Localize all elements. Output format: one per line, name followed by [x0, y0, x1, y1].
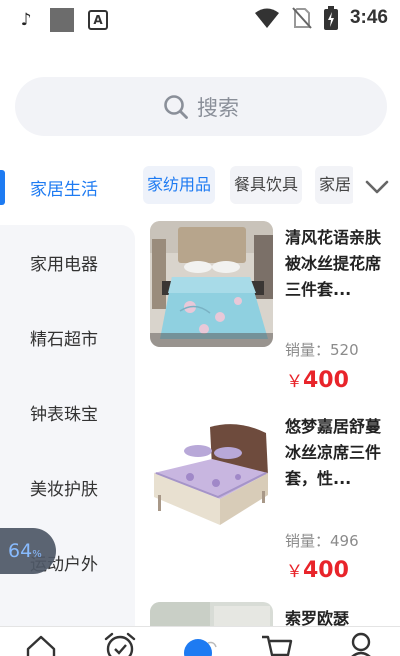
active-indicator [0, 170, 5, 205]
sales-label: 销量： [285, 341, 331, 359]
product-price: ￥400 [286, 557, 349, 583]
product-price: ￥400 [286, 367, 349, 393]
sidebar-item-watches-jewelry[interactable]: 钟表珠宝 [0, 375, 135, 450]
tab-home-textiles[interactable]: 家纺用品 [143, 166, 216, 204]
sidebar-item-appliances[interactable]: 家用电器 [0, 225, 135, 300]
sidebar-item-supermarket[interactable]: 精石超市 [0, 300, 135, 375]
profile-icon[interactable] [344, 631, 378, 656]
search-placeholder: 搜索 [197, 95, 239, 120]
product-image[interactable] [150, 221, 273, 347]
badge-value: 64 [8, 540, 33, 562]
category-icon[interactable] [182, 637, 218, 656]
product-card[interactable]: 索罗欧瑟 [150, 602, 390, 626]
wifi-icon [254, 8, 279, 28]
sidebar-item-label: 美妆护肤 [30, 480, 98, 500]
battery-charging-icon [323, 6, 338, 30]
tiktok-icon: ♪ [20, 10, 32, 30]
product-title[interactable]: 索罗欧瑟 [285, 606, 385, 626]
sales-label: 销量： [285, 532, 331, 550]
sidebar-item-label: 钟表珠宝 [30, 405, 98, 425]
chevron-down-icon[interactable] [363, 172, 391, 200]
product-image[interactable] [150, 415, 273, 541]
sidebar-item-home-living[interactable]: 家居生活 [0, 150, 135, 225]
sidebar-item-label: 家居生活 [30, 180, 98, 200]
no-sim-icon [292, 7, 312, 29]
product-sales: 销量：496 [285, 530, 359, 551]
sales-count: 496 [330, 532, 359, 550]
currency-symbol: ￥ [286, 372, 303, 392]
gray-square-icon [50, 8, 74, 32]
sidebar-item-label: 精石超市 [30, 330, 98, 350]
product-card[interactable]: 悠梦嘉居舒蔓冰丝凉席三件套，性... 销量：496 ￥400 [150, 410, 390, 590]
product-card[interactable]: 清风花语亲肤被冰丝提花席三件套... 销量：520 ￥400 [150, 221, 390, 396]
cart-icon[interactable] [260, 633, 294, 656]
bottom-navigation [0, 626, 400, 656]
subcategory-tabs: 家纺用品 餐具饮具 家居 [143, 166, 353, 206]
search-bar[interactable]: 搜索 [15, 77, 387, 136]
currency-symbol: ￥ [286, 562, 303, 582]
clock-time: 3:46 [349, 7, 388, 28]
product-sales: 销量：520 [285, 339, 359, 360]
sidebar-item-label: 家用电器 [30, 255, 98, 275]
badge-unit: % [32, 549, 42, 560]
sales-count: 520 [330, 341, 359, 359]
floating-badge[interactable]: 64% [0, 528, 56, 574]
a-icon: A [88, 10, 108, 30]
tab-tableware[interactable]: 餐具饮具 [230, 166, 303, 204]
product-title[interactable]: 清风花语亲肤被冰丝提花席三件套... [285, 225, 385, 303]
tab-home[interactable]: 家居 [315, 166, 353, 204]
product-image[interactable] [150, 602, 273, 626]
sidebar-item-beauty[interactable]: 美妆护肤 [0, 450, 135, 525]
status-bar: ♪ A 3:46 [0, 0, 400, 38]
product-title[interactable]: 悠梦嘉居舒蔓冰丝凉席三件套，性... [285, 414, 385, 492]
home-icon[interactable] [24, 633, 58, 656]
price-value: 400 [303, 368, 349, 393]
alarm-clock-icon[interactable] [102, 631, 138, 656]
search-icon [164, 94, 188, 119]
price-value: 400 [303, 558, 349, 583]
